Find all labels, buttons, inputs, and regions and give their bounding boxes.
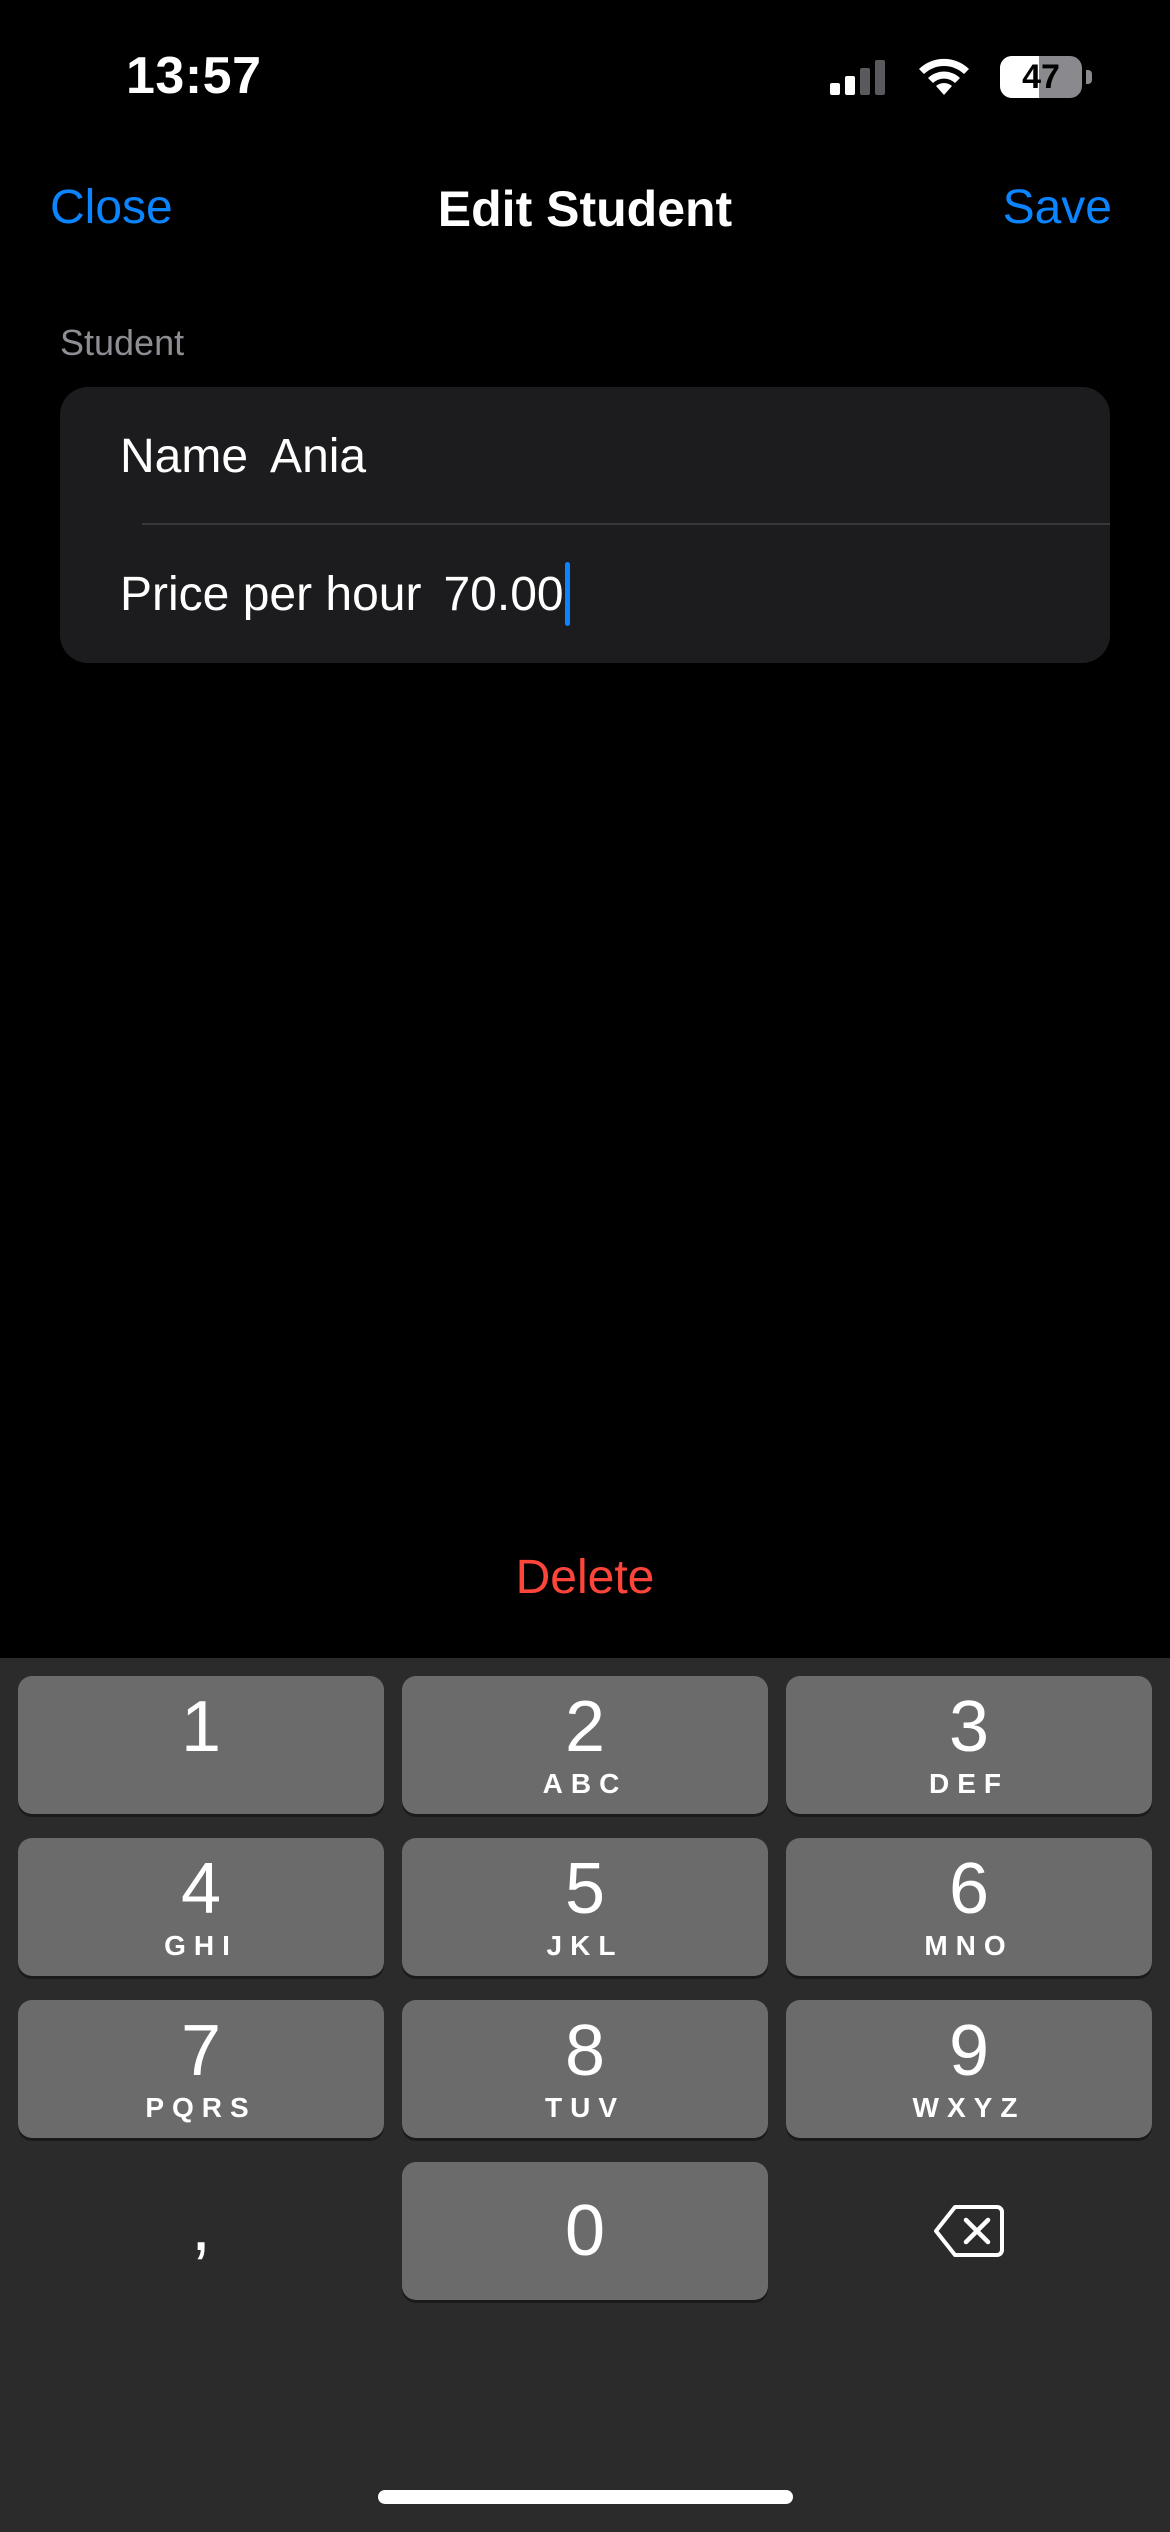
key-9[interactable]: 9 WXYZ [786,2000,1152,2138]
text-cursor [564,562,570,626]
key-digit: 5 [564,1849,606,1929]
page-title: Edit Student [437,181,733,237]
key-digit: 6 [948,1849,990,1929]
battery-cap [1086,70,1092,84]
key-7[interactable]: 7 PQRS [18,2000,384,2138]
key-decimal-separator[interactable]: , [18,2162,384,2300]
delete-button[interactable]: Delete [0,1550,1170,1605]
key-5[interactable]: 5 JKL [402,1838,768,1976]
key-digit: 4 [180,1849,222,1929]
wifi-icon [919,58,969,95]
key-digit: 3 [948,1687,990,1767]
key-digit: 2 [564,1687,606,1767]
key-digit: 9 [948,2011,990,2091]
price-row[interactable]: Price per hour 70.00 [120,525,1110,663]
key-0[interactable]: 0 [402,2162,768,2300]
key-digit: 8 [564,2011,606,2091]
student-form: Name Ania Price per hour 70.00 [60,387,1110,663]
navigation-bar: Close Edit Student Save [0,170,1170,250]
key-letters: ABC [542,1768,628,1799]
name-row[interactable]: Name Ania [120,387,1110,525]
key-digit: 0 [564,2191,606,2271]
key-digit: 7 [180,2011,222,2091]
name-field[interactable]: Ania [270,429,366,484]
key-letters: GHI [164,1930,238,1961]
save-button[interactable]: Save [1003,180,1112,235]
key-letters: DEF [929,1768,1009,1799]
key-4[interactable]: 4 GHI [18,1838,384,1976]
cellular-signal-icon [830,60,885,95]
key-letters: TUV [545,2092,625,2123]
decimal-separator-label: , [190,2186,211,2266]
numeric-keyboard: 1 2 ABC 3 DEF 4 GHI 5 JKL 6 MNO 7 PQRS 8… [0,1658,1170,2532]
section-header-student: Student [60,322,185,363]
name-label: Name [120,429,249,483]
price-per-hour-field[interactable]: 70.00 [443,567,563,622]
battery-percent: 47 [1022,57,1060,96]
key-letters: JKL [546,1930,624,1961]
key-8[interactable]: 8 TUV [402,2000,768,2138]
battery-icon: 47 [1000,56,1082,98]
backspace-key[interactable] [786,2162,1152,2300]
status-icons: 47 [828,55,1092,99]
key-2[interactable]: 2 ABC [402,1676,768,1814]
key-digit: 1 [180,1687,222,1767]
key-letters: MNO [924,1930,1014,1961]
key-letters: WXYZ [912,2092,1026,2123]
key-3[interactable]: 3 DEF [786,1676,1152,1814]
key-1[interactable]: 1 [18,1676,384,1814]
status-time: 13:57 [126,47,262,105]
key-6[interactable]: 6 MNO [786,1838,1152,1976]
price-per-hour-label: Price per hour [120,567,422,621]
home-indicator[interactable] [378,2490,793,2504]
key-letters: PQRS [145,2092,257,2123]
backspace-icon [934,2205,1004,2257]
